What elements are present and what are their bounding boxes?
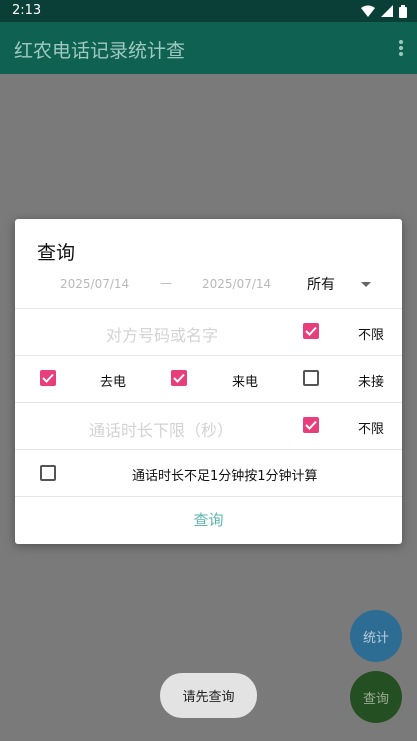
signal-icon [381,5,393,17]
outgoing-checkbox[interactable] [40,370,56,386]
overflow-menu-icon[interactable] [399,40,403,56]
contact-unlimited-checkbox[interactable] [303,323,319,339]
contact-input[interactable]: 对方号码或名字 [106,322,218,346]
battery-icon [399,4,407,18]
incoming-label: 来电 [232,375,259,390]
query-dialog: 查询 2025/07/14 — 2025/07/14 所有 对方号码或名字 不限… [15,219,402,544]
status-icons [361,4,407,18]
query-button[interactable]: 查询 [15,496,402,544]
check-icon [42,373,54,383]
outgoing-label: 去电 [100,375,127,390]
missed-label: 未接 [358,375,385,390]
min-duration-input[interactable]: 通话时长下限（秒） [89,417,233,441]
duration-unlimited-label: 不限 [358,422,385,437]
dialog-title: 查询 [37,242,76,264]
dropdown-arrow-icon[interactable] [361,282,371,287]
missed-checkbox[interactable] [303,370,319,386]
start-date-field[interactable]: 2025/07/14 [60,277,129,291]
wifi-icon [361,5,375,17]
check-icon [173,373,185,383]
app-bar: 红农电话记录统计查 [0,22,417,74]
toast-message: 请先查询 [160,673,257,718]
check-icon [305,420,317,430]
divider [15,402,402,403]
incoming-checkbox[interactable] [171,370,187,386]
divider [15,355,402,356]
round-minute-label: 通话时长不足1分钟按1分钟计算 [132,469,318,484]
contact-unlimited-label: 不限 [358,328,385,343]
divider [15,308,402,309]
status-bar: 2:13 [0,0,417,22]
end-date-field[interactable]: 2025/07/14 [202,277,271,291]
date-separator: — [160,276,172,290]
app-title: 红农电话记录统计查 [14,40,186,62]
call-type-spinner[interactable]: 所有 [307,274,335,294]
round-minute-checkbox[interactable] [40,465,56,481]
stats-fab[interactable]: 统计 [350,610,402,662]
divider [15,449,402,450]
check-icon [305,326,317,336]
duration-unlimited-checkbox[interactable] [303,417,319,433]
query-fab[interactable]: 查询 [350,671,402,723]
status-time: 2:13 [12,3,42,18]
